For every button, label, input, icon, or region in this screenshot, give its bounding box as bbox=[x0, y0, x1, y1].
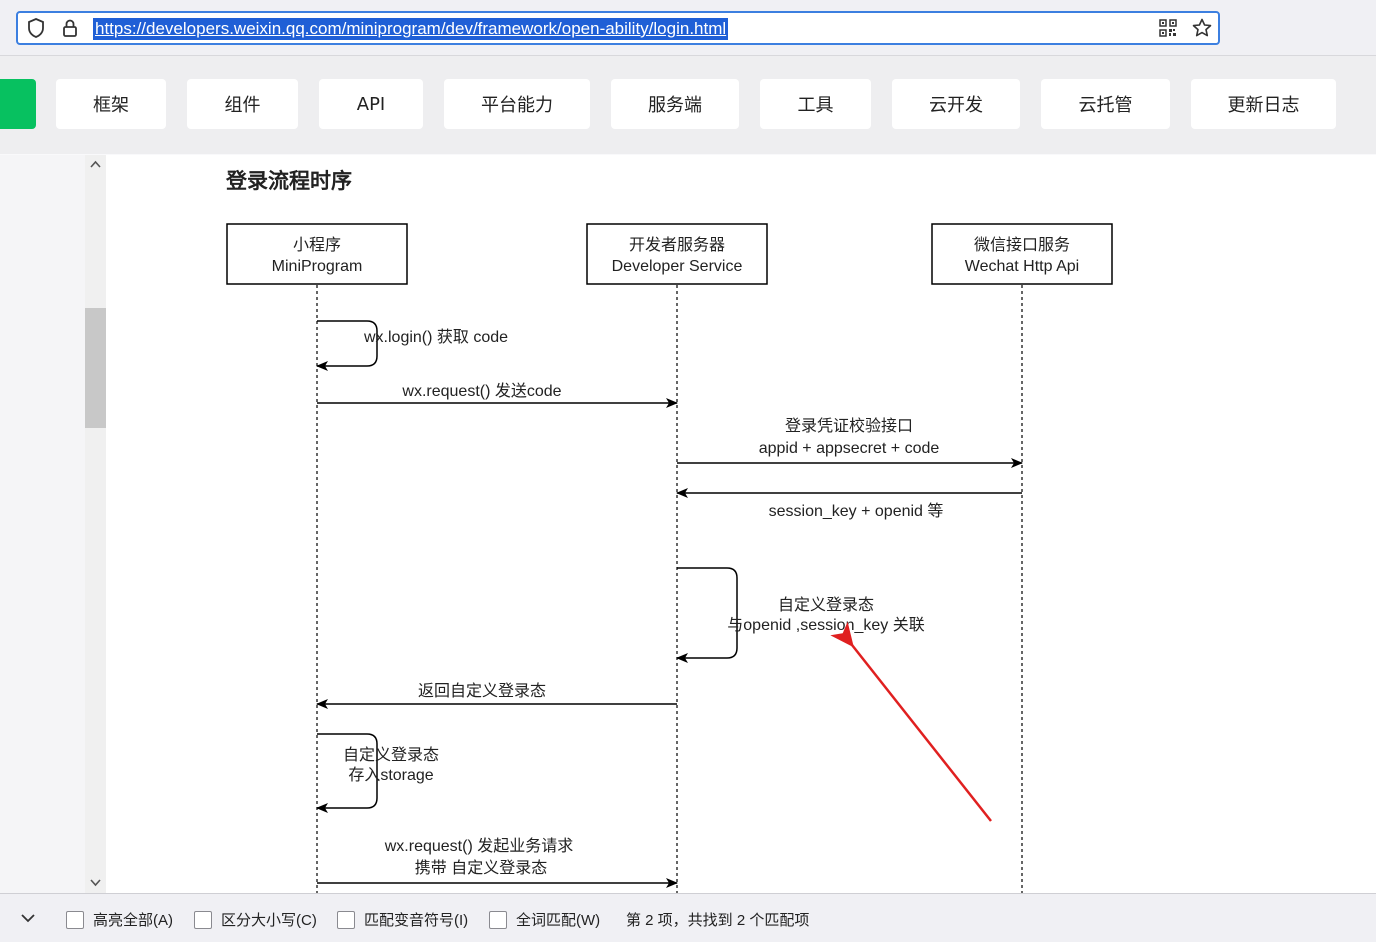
scroll-down-icon[interactable] bbox=[89, 876, 102, 889]
nav-brand-tab[interactable] bbox=[0, 79, 36, 129]
whole-words-checkbox[interactable] bbox=[489, 910, 507, 929]
actor-title: 微信接口服务 bbox=[974, 236, 1070, 254]
find-bar: 高亮全部(A) 区分大小写(C) 匹配变音符号(I) 全词匹配(W) 第 2 项… bbox=[0, 893, 1376, 942]
find-status: 第 2 项，共找到 2 个匹配项 bbox=[626, 912, 810, 929]
tab-platform-capabilities[interactable]: 平台能力 bbox=[444, 79, 590, 129]
actor-subtitle: Wechat Http Api bbox=[965, 258, 1079, 275]
tab-server[interactable]: 服务端 bbox=[611, 79, 739, 129]
lock-icon[interactable] bbox=[60, 18, 80, 38]
message-label-business-request: wx.request() 发起业务请求 bbox=[384, 837, 573, 855]
tab-tools[interactable]: 工具 bbox=[760, 79, 871, 129]
message-label-send-code: wx.request() 发送code bbox=[401, 382, 561, 400]
tab-changelog[interactable]: 更新日志 bbox=[1191, 79, 1336, 129]
match-diacritics-option[interactable]: 匹配变音符号(I) bbox=[337, 909, 468, 930]
highlight-all-checkbox[interactable] bbox=[66, 910, 84, 929]
message-label-custom-state: 自定义登录态 bbox=[778, 596, 874, 614]
match-case-checkbox[interactable] bbox=[194, 910, 212, 929]
message-label-verify-api: 登录凭证校验接口 bbox=[785, 417, 913, 435]
message-label-custom-state-link: 与openid ,session_key 关联 bbox=[727, 616, 924, 634]
actor-title: 小程序 bbox=[293, 236, 341, 254]
tab-cloud-hosting[interactable]: 云托管 bbox=[1041, 79, 1170, 129]
actor-wechat-api: 微信接口服务 Wechat Http Api bbox=[931, 223, 1113, 285]
tab-framework[interactable]: 框架 bbox=[56, 79, 166, 129]
match-case-option[interactable]: 区分大小写(C) bbox=[194, 909, 317, 930]
url-text[interactable]: https://developers.weixin.qq.com/minipro… bbox=[93, 18, 729, 40]
actor-miniprogram: 小程序 MiniProgram bbox=[226, 223, 408, 285]
actor-developer-service: 开发者服务器 Developer Service bbox=[586, 223, 768, 285]
sequence-diagram: 小程序 MiniProgram 开发者服务器 Developer Service… bbox=[226, 223, 1113, 893]
top-nav: 框架 组件 API 平台能力 服务端 工具 云开发 云托管 更新日志 bbox=[0, 56, 1376, 154]
tab-cloud-dev[interactable]: 云开发 bbox=[892, 79, 1020, 129]
option-label: 全词匹配(W) bbox=[516, 912, 601, 929]
message-arrow-custom-state bbox=[676, 567, 738, 663]
qr-code-icon[interactable] bbox=[1158, 18, 1178, 38]
actor-subtitle: Developer Service bbox=[612, 258, 743, 275]
chevron-down-icon[interactable] bbox=[20, 911, 36, 928]
scrollbar-thumb[interactable] bbox=[85, 308, 106, 428]
option-label: 高亮全部(A) bbox=[93, 912, 173, 929]
message-label-login: wx.login() 获取 code bbox=[363, 328, 508, 346]
message-label-return-state: 返回自定义登录态 bbox=[418, 682, 546, 700]
actor-subtitle: MiniProgram bbox=[272, 258, 363, 275]
sidebar-scrollbar[interactable] bbox=[85, 155, 106, 893]
address-bar[interactable]: https://developers.weixin.qq.com/minipro… bbox=[16, 11, 1220, 45]
actor-title: 开发者服务器 bbox=[629, 236, 725, 254]
message-label-verify-params: appid + appsecret + code bbox=[759, 440, 940, 457]
scroll-up-icon[interactable] bbox=[89, 158, 102, 171]
shield-icon[interactable] bbox=[26, 18, 46, 38]
message-label-storage-state: 自定义登录态 bbox=[343, 746, 439, 764]
tab-api[interactable]: API bbox=[319, 79, 423, 129]
main-area: 登录流程时序 小程序 MiniProgram 开发者服务器 Developer … bbox=[0, 155, 1376, 893]
doc-content: 登录流程时序 小程序 MiniProgram 开发者服务器 Developer … bbox=[106, 155, 1376, 893]
highlight-all-option[interactable]: 高亮全部(A) bbox=[66, 909, 173, 930]
option-label: 区分大小写(C) bbox=[221, 912, 317, 929]
tab-components[interactable]: 组件 bbox=[187, 79, 298, 129]
whole-words-option[interactable]: 全词匹配(W) bbox=[489, 909, 600, 930]
browser-toolbar: https://developers.weixin.qq.com/minipro… bbox=[0, 0, 1376, 56]
message-label-carry-state: 携带 自定义登录态 bbox=[415, 859, 547, 877]
match-diacritics-checkbox[interactable] bbox=[337, 910, 355, 929]
option-label: 匹配变音符号(I) bbox=[364, 912, 469, 929]
bookmark-star-icon[interactable] bbox=[1192, 18, 1212, 38]
message-label-storage: 存入storage bbox=[348, 766, 433, 784]
message-label-session-key: session_key + openid 等 bbox=[769, 502, 944, 520]
annotation-arrow bbox=[830, 621, 992, 822]
